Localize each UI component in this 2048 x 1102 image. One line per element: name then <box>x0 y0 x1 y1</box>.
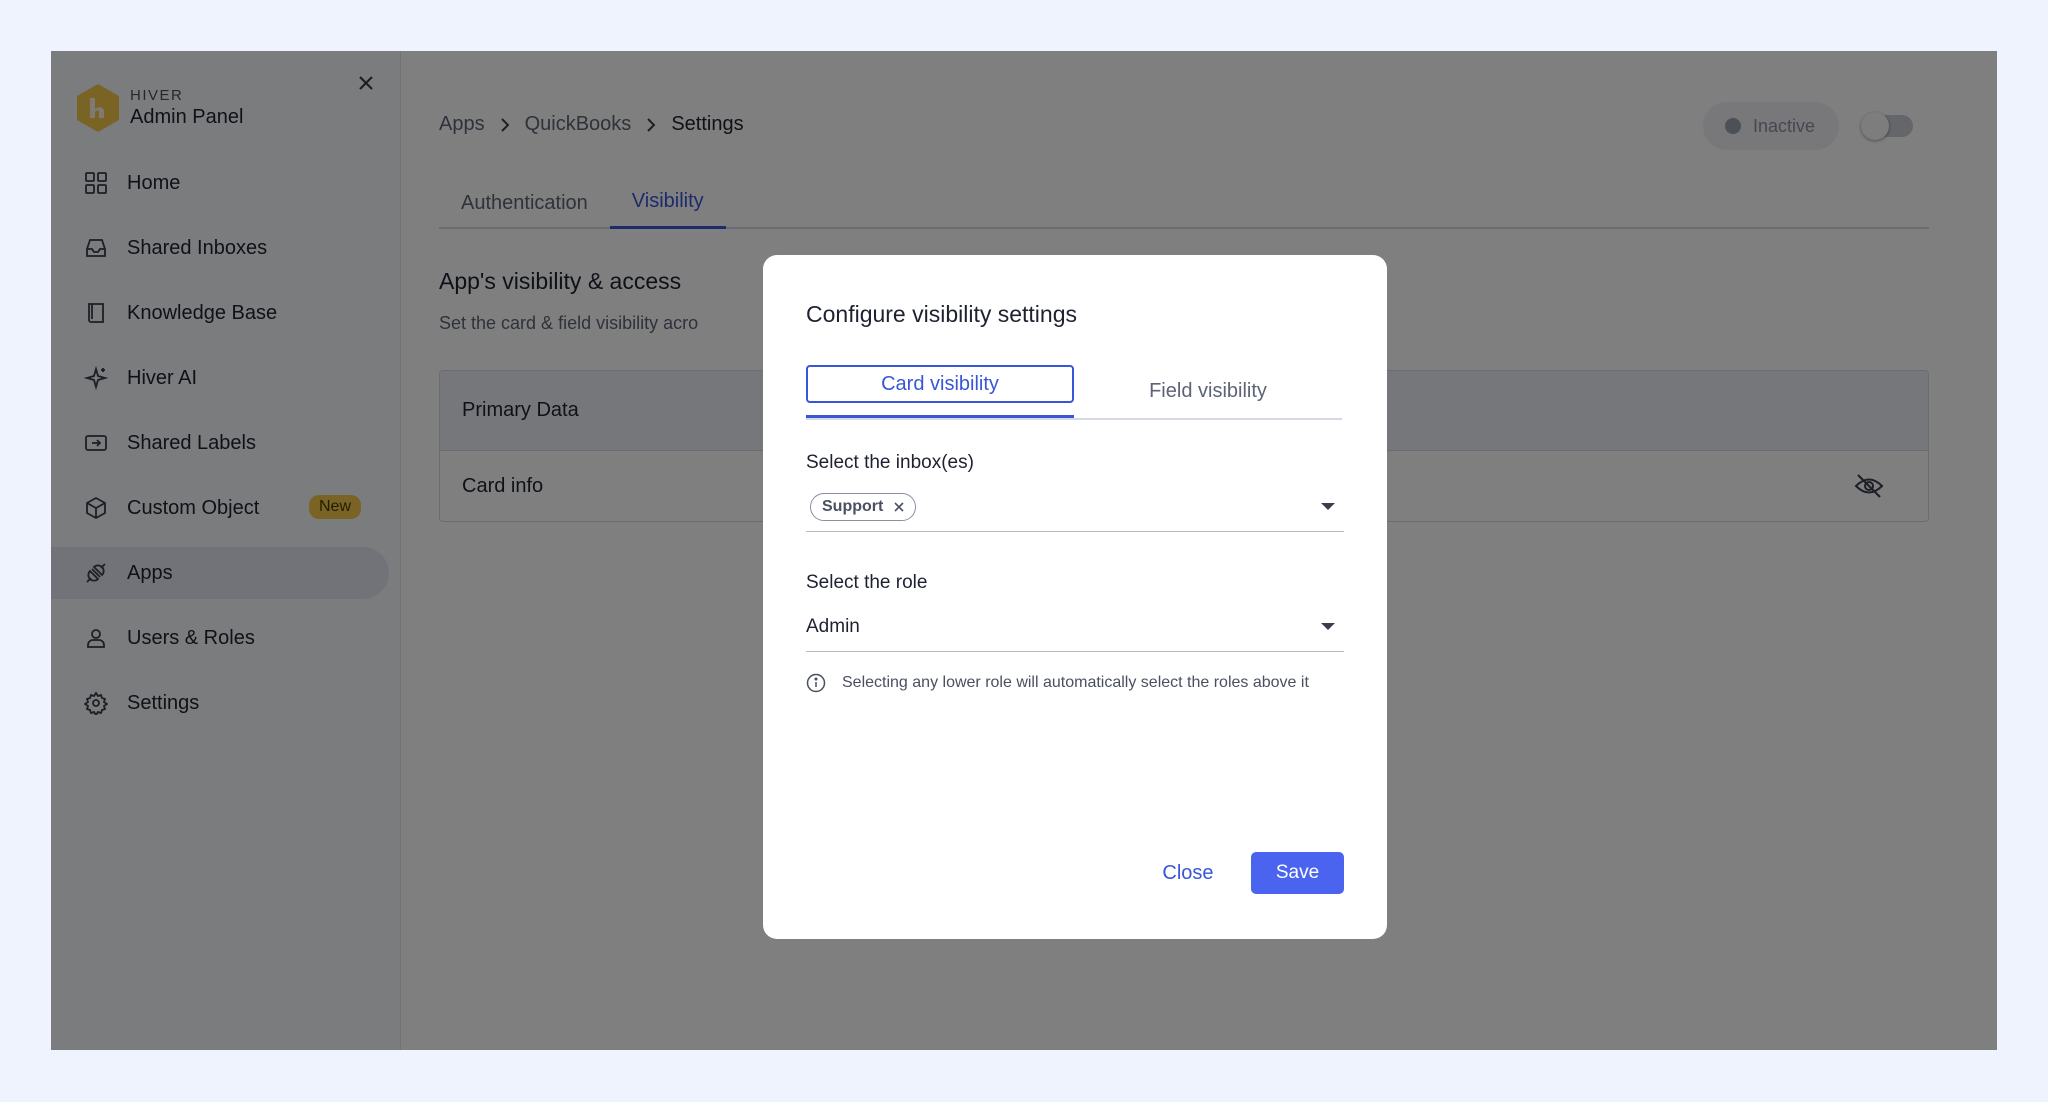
app-window: HIVER Admin Panel Home <box>51 51 1997 1050</box>
configure-visibility-dialog: Configure visibility settings Card visib… <box>763 255 1387 939</box>
tab-label: Card visibility <box>806 365 1074 403</box>
role-hint: Selecting any lower role will automatica… <box>806 673 1309 693</box>
chip-label: Support <box>822 497 884 515</box>
role-select-label: Select the role <box>806 572 928 593</box>
role-value: Admin <box>806 615 860 637</box>
dialog-title: Configure visibility settings <box>806 301 1078 327</box>
chevron-down-icon[interactable] <box>1321 623 1335 630</box>
tab-card-visibility[interactable]: Card visibility <box>806 365 1074 418</box>
inbox-chip: Support <box>810 492 917 521</box>
inbox-select[interactable]: Support <box>806 482 1344 532</box>
dialog-tabs: Card visibility Field visibility <box>806 365 1342 420</box>
hint-text: Selecting any lower role will automatica… <box>842 674 1309 691</box>
save-button[interactable]: Save <box>1251 852 1344 894</box>
inbox-select-label: Select the inbox(es) <box>806 452 974 473</box>
chip-remove-icon[interactable] <box>893 501 905 513</box>
role-select[interactable]: Admin <box>806 602 1344 652</box>
info-icon <box>806 673 826 693</box>
chevron-down-icon[interactable] <box>1321 503 1335 510</box>
close-button[interactable]: Close <box>1143 852 1233 894</box>
tab-field-visibility[interactable]: Field visibility <box>1074 365 1342 418</box>
